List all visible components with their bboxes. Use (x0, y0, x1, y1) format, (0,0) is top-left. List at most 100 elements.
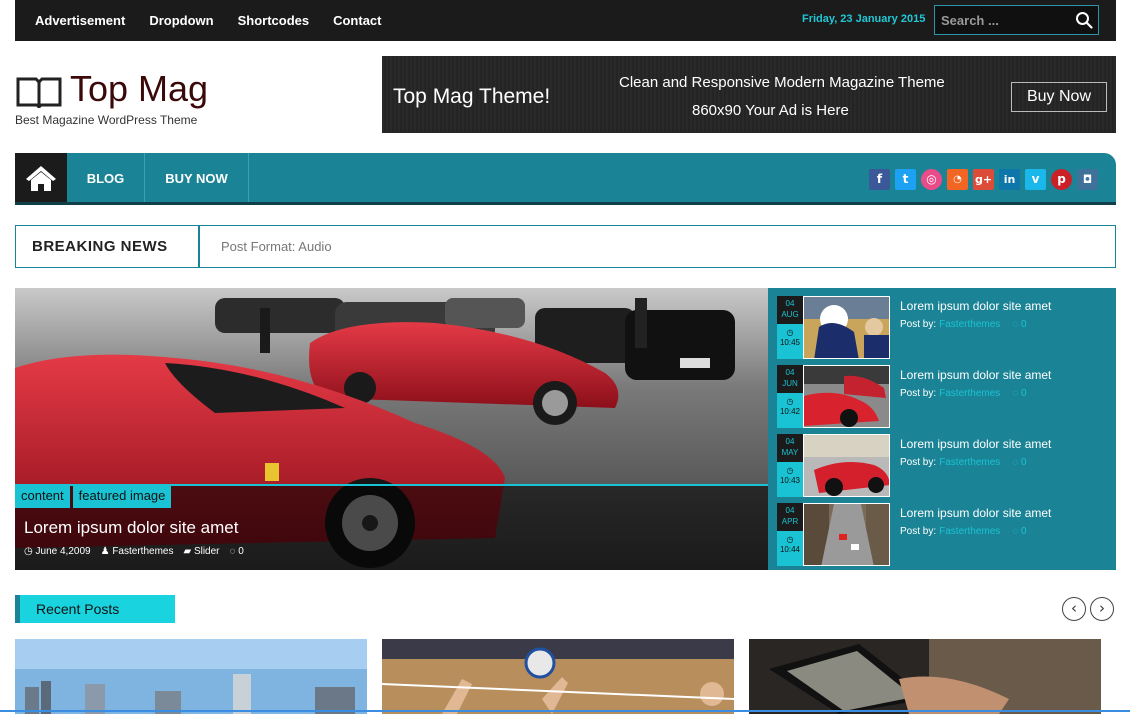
clock-icon: ◷ (786, 535, 794, 544)
slide-date-text: June 4,2009 (35, 546, 91, 557)
slide-author-text: Fasterthemes (112, 546, 174, 557)
post-comments[interactable]: 0 (1021, 457, 1027, 468)
nav-blog[interactable]: BLOG (67, 153, 145, 202)
ad-banner[interactable]: Top Mag Theme! Clean and Responsive Mode… (382, 56, 1116, 133)
clock-icon: ◷ (24, 546, 36, 557)
post-thumbnail[interactable] (803, 503, 890, 566)
side-post[interactable]: 04 JUN ◷ 10:42 Lorem ipsum dolor site amet… (777, 365, 1107, 428)
slide-tags: content featured image (15, 486, 174, 508)
post-by-label: Post by: (900, 526, 937, 537)
top-nav-contact[interactable]: Contact (333, 13, 381, 28)
ad-title: Top Mag Theme! (393, 85, 551, 108)
post-date-badge: 04 AUG ◷ 10:45 (777, 296, 803, 359)
post-title[interactable]: Lorem ipsum dolor site amet (900, 437, 1051, 451)
slide-comments-text: 0 (238, 546, 244, 557)
side-post[interactable]: 04 APR ◷ 10:44 Lorem ipsum dolor site amet… (777, 503, 1107, 566)
book-icon (16, 77, 62, 108)
social-icons: f t ◎ ◔ g+ in v p ◘ (869, 169, 1103, 190)
post-time: 10:45 (779, 338, 801, 347)
rss-icon[interactable]: ◔ (947, 169, 968, 190)
post-month: JUN (782, 379, 798, 388)
slide-comments[interactable]: ◌ 0 (230, 546, 244, 557)
recent-post-card[interactable] (15, 639, 367, 714)
post-thumbnail[interactable] (803, 296, 890, 359)
breaking-news-label: BREAKING NEWS (16, 226, 200, 267)
comment-icon: ◌ (1012, 319, 1022, 330)
post-comments[interactable]: 0 (1021, 388, 1027, 399)
site-title: Top Mag (70, 68, 209, 109)
top-bar: Advertisement Dropdown Shortcodes Contac… (15, 0, 1116, 41)
linkedin-icon[interactable]: in (999, 169, 1020, 190)
ad-line-2: 860x90 Your Ad is Here (692, 102, 849, 119)
dribbble-icon[interactable]: ◎ (921, 169, 942, 190)
slide-author[interactable]: ♟ Fasterthemes (101, 546, 174, 557)
side-post[interactable]: 04 AUG ◷ 10:45 Lorem ipsum dolor site amet… (777, 296, 1107, 359)
facebook-icon[interactable]: f (869, 169, 890, 190)
post-comments[interactable]: 0 (1021, 526, 1027, 537)
top-nav-shortcodes[interactable]: Shortcodes (238, 13, 310, 28)
clock-icon: ◷ (786, 466, 794, 475)
slide-title[interactable]: Lorem ipsum dolor site amet (24, 518, 238, 538)
pinterest-icon[interactable]: p (1051, 169, 1072, 190)
post-comments[interactable]: 0 (1021, 319, 1027, 330)
top-nav-dropdown[interactable]: Dropdown (149, 13, 213, 28)
recent-post-card[interactable] (382, 639, 734, 714)
twitter-icon[interactable]: t (895, 169, 916, 190)
breaking-news-item[interactable]: Post Format: Audio (221, 226, 332, 267)
slide-meta: ◷ June 4,2009 ♟ Fasterthemes ▰ Slider ◌ … (24, 546, 244, 557)
post-meta: Post by: Fasterthemes ◌ 0 (900, 526, 1027, 537)
post-thumbnail[interactable] (803, 434, 890, 497)
post-thumbnail[interactable] (803, 365, 890, 428)
slide-category-text: Slider (193, 546, 220, 557)
post-author[interactable]: Fasterthemes (939, 526, 1000, 537)
google-plus-icon[interactable]: g+ (973, 169, 994, 190)
instagram-icon[interactable]: ◘ (1077, 169, 1098, 190)
post-author[interactable]: Fasterthemes (939, 388, 1000, 399)
post-meta: Post by: Fasterthemes ◌ 0 (900, 319, 1027, 330)
user-icon: ♟ (100, 546, 113, 557)
post-date-badge: 04 MAY ◷ 10:43 (777, 434, 803, 497)
post-title[interactable]: Lorem ipsum dolor site amet (900, 506, 1051, 520)
post-title[interactable]: Lorem ipsum dolor site amet (900, 299, 1051, 313)
slide-date: ◷ June 4,2009 (24, 546, 91, 557)
breaking-news-bar: BREAKING NEWS Post Format: Audio (15, 225, 1116, 268)
slide-category[interactable]: ▰ Slider (183, 546, 219, 557)
post-day: 04 (785, 299, 795, 308)
post-month: MAY (781, 448, 799, 457)
post-title[interactable]: Lorem ipsum dolor site amet (900, 368, 1051, 382)
top-nav-advertisement[interactable]: Advertisement (35, 13, 125, 28)
recent-post-image (749, 639, 1101, 714)
prev-arrow-icon[interactable]: ‹ (1062, 597, 1086, 621)
recent-post-card[interactable] (749, 639, 1101, 714)
nav-buy-now[interactable]: BUY NOW (145, 153, 249, 202)
post-author[interactable]: Fasterthemes (939, 319, 1000, 330)
post-by-label: Post by: (900, 388, 937, 399)
post-author[interactable]: Fasterthemes (939, 457, 1000, 468)
recent-post-image (15, 639, 367, 714)
post-month: AUG (781, 310, 799, 319)
home-icon (26, 166, 56, 191)
comment-icon: ◌ (1012, 526, 1022, 537)
post-by-label: Post by: (900, 457, 937, 468)
post-meta: Post by: Fasterthemes ◌ 0 (900, 457, 1027, 468)
post-day: 04 (785, 437, 795, 446)
post-day: 04 (785, 368, 795, 377)
home-button[interactable] (15, 153, 67, 202)
tag-content[interactable]: content (15, 486, 70, 508)
post-time: 10:44 (779, 545, 801, 554)
folder-icon: ▰ (183, 546, 194, 557)
search-icon[interactable] (1075, 11, 1093, 29)
featured-slider[interactable]: content featured image Lorem ipsum dolor… (15, 288, 768, 570)
comment-icon: ◌ (1012, 388, 1022, 399)
side-post[interactable]: 04 MAY ◷ 10:43 Lorem ipsum dolor site amet… (777, 434, 1107, 497)
post-date-badge: 04 APR ◷ 10:44 (777, 503, 803, 566)
search-input[interactable] (935, 6, 1065, 34)
next-arrow-icon[interactable]: › (1090, 597, 1114, 621)
clock-icon: ◷ (786, 397, 794, 406)
post-date-badge: 04 JUN ◷ 10:42 (777, 365, 803, 428)
vimeo-icon[interactable]: v (1025, 169, 1046, 190)
post-meta: Post by: Fasterthemes ◌ 0 (900, 388, 1027, 399)
ad-buy-now-button[interactable]: Buy Now (1011, 82, 1107, 112)
tag-featured-image[interactable]: featured image (72, 486, 172, 508)
comment-icon: ◌ (1012, 457, 1022, 468)
